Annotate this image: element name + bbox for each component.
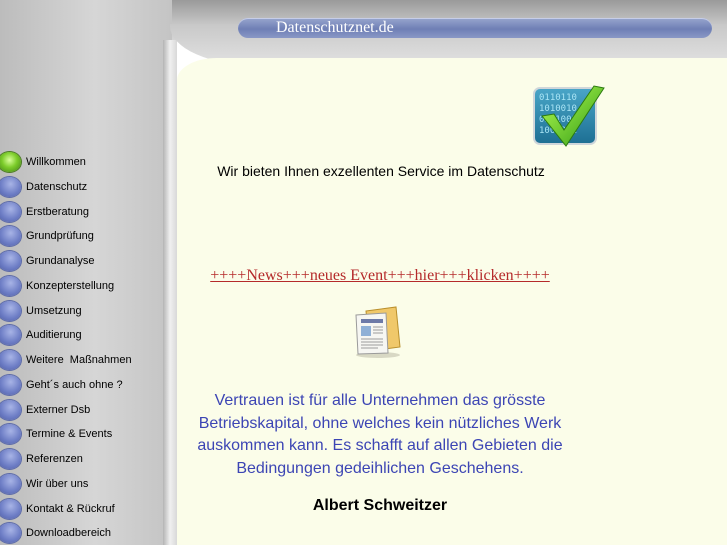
blue-tab-icon (0, 201, 21, 222)
sidebar-item-label: Grundanalyse (26, 255, 95, 267)
green-sphere-icon (0, 152, 21, 172)
sidebar-item-label: Erstberatung (26, 205, 89, 218)
quote-author: Albert Schweitzer (312, 497, 448, 514)
sidebar-item-wir-ueber-uns[interactable]: Wir über uns (0, 472, 165, 497)
sidebar-item-referenzen[interactable]: Referenzen (0, 447, 165, 472)
blue-tab-icon (0, 325, 21, 346)
svg-text:0110110: 0110110 (539, 93, 577, 103)
blue-tab-icon (0, 226, 21, 247)
sidebar-item-label: Referenzen (26, 453, 83, 465)
sidebar-item-label: Termine & Events (26, 428, 113, 441)
sidebar-item-datenschutz[interactable]: Datenschutz (0, 175, 165, 200)
service-tagline: Wir bieten Ihnen exzellenten Service im … (217, 163, 545, 179)
blue-tab-icon (0, 374, 21, 395)
sidebar-item-label: Geht´s auch ohne ? (26, 378, 123, 391)
sidebar-item-label: Kontakt & Rückruf (26, 502, 115, 515)
sidebar-item-grundpruefung[interactable]: Grundprüfung (0, 224, 165, 249)
binary-checkmark-icon: 0110110 1010010 0111001 1001011 (528, 80, 608, 150)
blue-tab-icon (0, 498, 21, 519)
blue-tab-icon (0, 251, 21, 271)
sidebar-item-konzepterstellung[interactable]: Konzepterstellung (0, 274, 165, 299)
blue-tab-icon (0, 473, 21, 494)
sidebar-item-termine-events[interactable]: Termine & Events (0, 422, 165, 447)
sidebar-item-label: Grundprüfung (26, 230, 94, 243)
sidebar-item-label: Auditierung (26, 329, 82, 342)
news-event-link[interactable]: ++++News+++neues Event+++hier+++klicken+… (177, 266, 583, 286)
blue-tab-icon (0, 399, 21, 420)
svg-text:1010010: 1010010 (539, 104, 577, 114)
sidebar-item-gehts-auch-ohne[interactable]: Geht´s auch ohne ? (0, 373, 165, 398)
sidebar-item-externer-dsb[interactable]: Externer Dsb (0, 398, 165, 423)
sidebar-item-grundanalyse[interactable]: Grundanalyse (0, 249, 165, 274)
blue-tab-icon (0, 275, 21, 296)
sidebar-item-weitere-massnahmen[interactable]: Weitere Maßnahmen (0, 348, 165, 373)
quote-line: Bedingungen gedeihlichen Geschehens. (236, 459, 524, 477)
sidebar-item-willkommen[interactable]: Willkommen (0, 150, 165, 175)
sidebar-item-label: Downloadbereich (26, 527, 111, 540)
quote-line: Betriebskapital, ohne welches kein nützl… (198, 414, 562, 432)
blue-tab-icon (0, 350, 21, 370)
newspaper-icon[interactable] (352, 305, 404, 359)
sidebar-item-erstberatung[interactable]: Erstberatung (0, 200, 165, 225)
quote-line: auskommen kann. Es schafft auf allen Geb… (197, 437, 563, 454)
sidebar-item-label: Externer Dsb (26, 403, 91, 416)
blue-tab-icon (0, 176, 21, 197)
sidebar-divider (163, 40, 177, 545)
sidebar-item-kontakt-rueckruf[interactable]: Kontakt & Rückruf (0, 497, 165, 522)
quote-line: Vertrauen ist für alle Unternehmen das g… (214, 392, 546, 409)
sidebar-item-label: Weitere Maßnahmen (26, 354, 132, 366)
sidebar-item-label: Konzepterstellung (26, 279, 115, 292)
sidebar-item-umsetzung[interactable]: Umsetzung (0, 299, 165, 324)
trust-quote: Vertrauen ist für alle Unternehmen das g… (177, 390, 583, 480)
blue-tab-icon (0, 424, 21, 445)
sidebar-item-downloadbereich[interactable]: Downloadbereich (0, 521, 165, 545)
blue-tab-icon (0, 449, 21, 469)
sidebar-item-label: Umsetzung (26, 304, 82, 317)
sidebar-item-auditierung[interactable]: Auditierung (0, 323, 165, 348)
sidebar-item-label: Wir über uns (26, 477, 89, 490)
sidebar-item-label: Willkommen (26, 156, 86, 168)
blue-tab-icon (0, 300, 21, 321)
site-title: Datenschutznet.de (276, 19, 394, 36)
sidebar-nav: Willkommen Datenschutz Erstberatung Grun… (0, 150, 165, 545)
sidebar-item-label: Datenschutz (26, 180, 88, 193)
blue-tab-icon (0, 523, 21, 544)
